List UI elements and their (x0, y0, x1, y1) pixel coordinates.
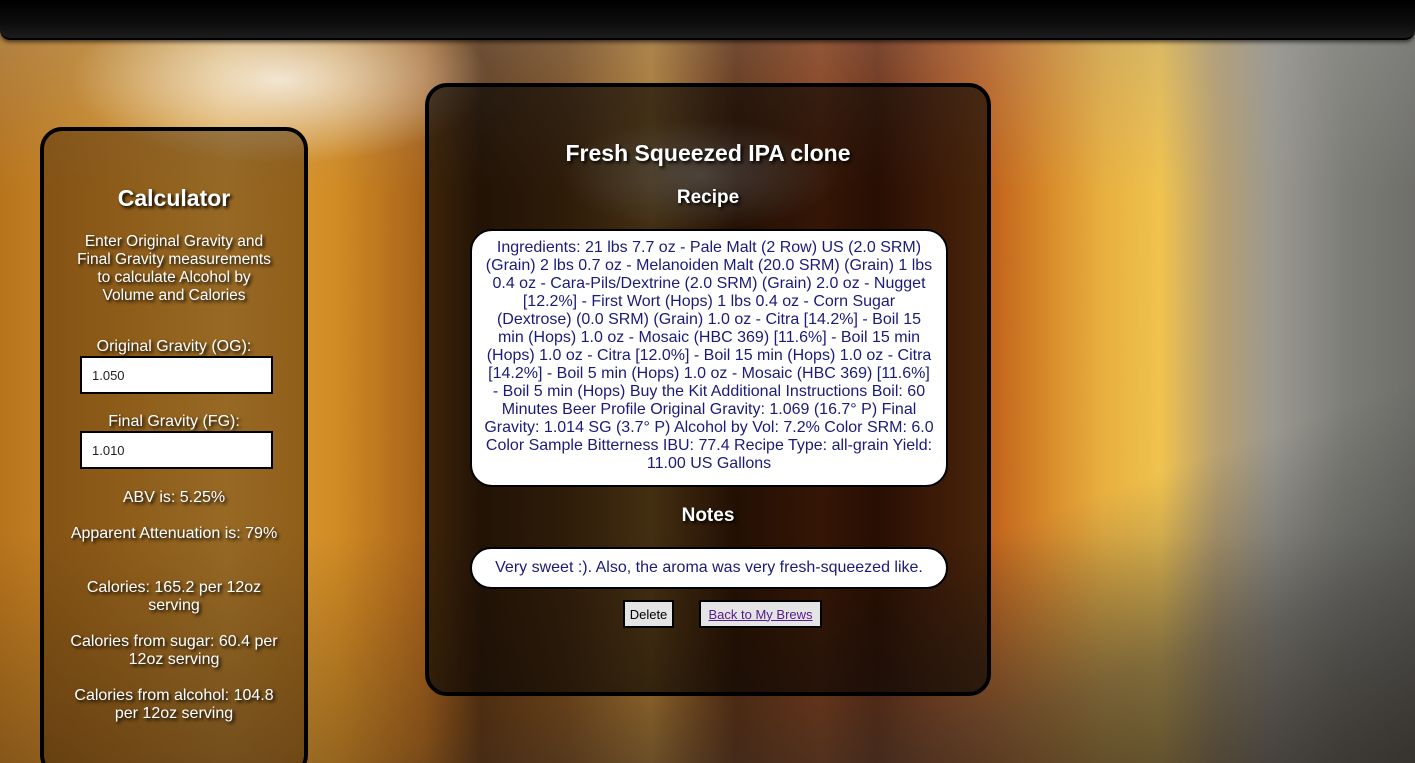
recipe-title: Fresh Squeezed IPA clone (565, 140, 851, 166)
fg-label: Final Gravity (FG): (108, 413, 240, 430)
delete-button[interactable]: Delete (623, 600, 674, 628)
recipe-panel: Fresh Squeezed IPA clone Recipe Ingredie… (425, 83, 991, 696)
back-to-my-brews-link[interactable]: Back to My Brews (699, 600, 822, 628)
attenuation-result: Apparent Attenuation is: 79% (70, 525, 278, 542)
calculator-intro: Enter Original Gravity and Final Gravity… (77, 233, 271, 304)
page: { "calculator": { "title": "Calculator",… (0, 0, 1415, 763)
recipe-heading: Recipe (676, 187, 740, 208)
og-label: Original Gravity (OG): (96, 338, 252, 355)
top-nav-bar (0, 0, 1415, 40)
calories-alcohol-result: Calories from alcohol: 104.8 per 12oz se… (74, 687, 274, 722)
calories-result: Calories: 165.2 per 12oz serving (86, 579, 262, 614)
ingredients-box: Ingredients: 21 lbs 7.7 oz - Pale Malt (… (470, 229, 948, 487)
calculator-title: Calculator (117, 185, 231, 211)
notes-box: Very sweet :). Also, the aroma was very … (470, 547, 948, 589)
calories-sugar-result: Calories from sugar: 60.4 per 12oz servi… (70, 633, 278, 668)
abv-result: ABV is: 5.25% (122, 489, 226, 506)
notes-text: Very sweet :). Also, the aroma was very … (495, 559, 923, 576)
calculator-panel: Calculator Enter Original Gravity and Fi… (40, 127, 308, 763)
og-input[interactable] (80, 356, 273, 394)
fg-input[interactable] (80, 431, 273, 469)
notes-heading: Notes (681, 505, 735, 526)
